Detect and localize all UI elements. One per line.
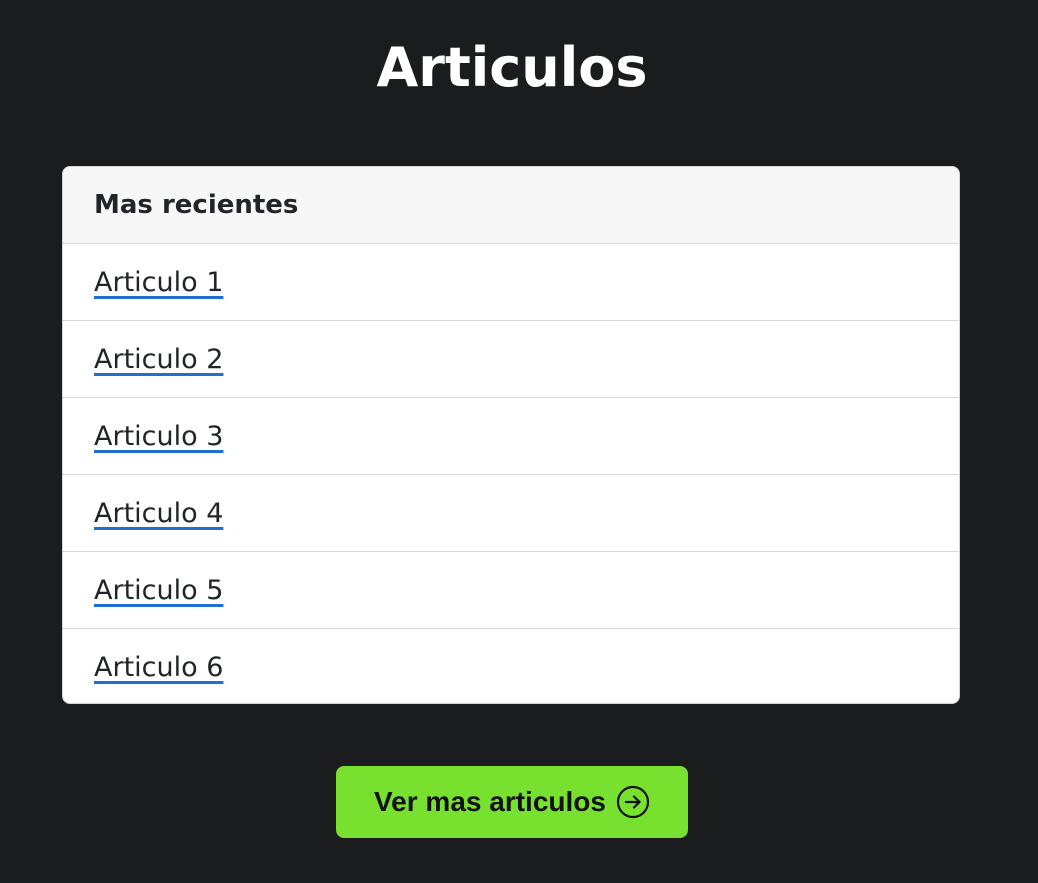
list-item: Articulo 1 [63, 244, 959, 321]
article-link-1[interactable]: Articulo 1 [94, 267, 223, 298]
more-button-label: Ver mas articulos [374, 786, 606, 817]
arrow-right-circle-icon [616, 785, 650, 819]
list-item: Articulo 4 [63, 475, 959, 552]
article-list: Articulo 1 Articulo 2 Articulo 3 Articul… [63, 244, 959, 703]
page-title: Articulos [376, 36, 648, 99]
article-link-3[interactable]: Articulo 3 [94, 421, 223, 452]
article-link-5[interactable]: Articulo 5 [94, 575, 223, 606]
article-link-6[interactable]: Articulo 6 [94, 652, 223, 683]
list-item: Articulo 3 [63, 398, 959, 475]
card-header-title: Mas recientes [94, 190, 299, 220]
list-item: Articulo 6 [63, 629, 959, 703]
article-link-2[interactable]: Articulo 2 [94, 344, 223, 375]
list-item: Articulo 5 [63, 552, 959, 629]
list-item: Articulo 2 [63, 321, 959, 398]
article-link-4[interactable]: Articulo 4 [94, 498, 223, 529]
recent-articles-card: Mas recientes Articulo 1 Articulo 2 Arti… [62, 166, 960, 704]
card-header: Mas recientes [63, 167, 959, 244]
see-more-articles-button[interactable]: Ver mas articulos [336, 766, 688, 838]
